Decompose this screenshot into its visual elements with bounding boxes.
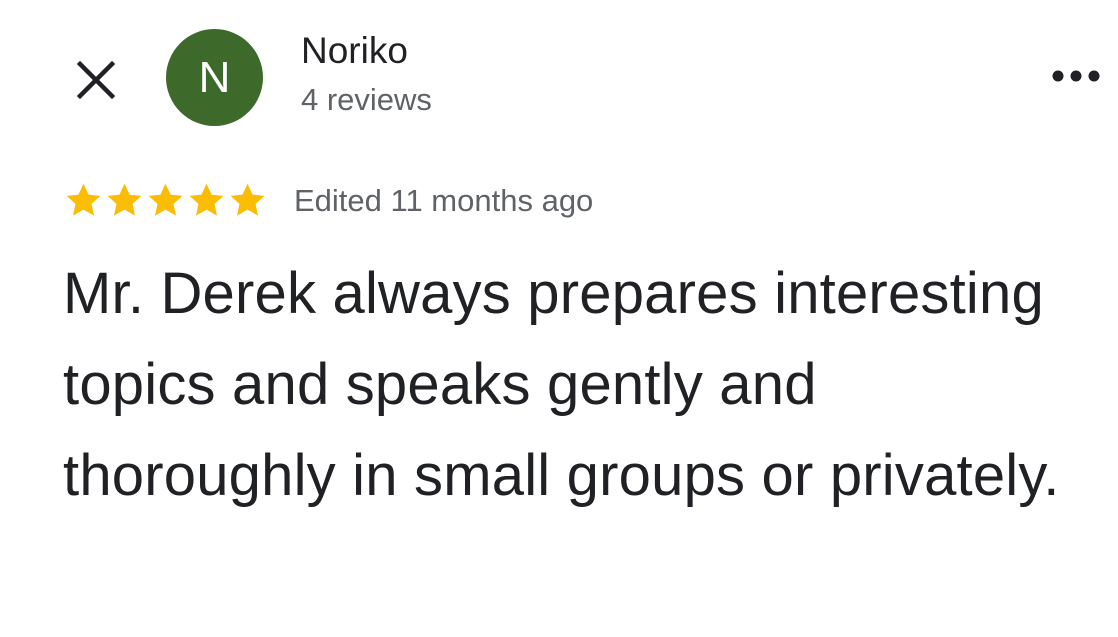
more-horizontal-icon bbox=[1052, 70, 1100, 82]
close-icon bbox=[76, 60, 116, 100]
star-icon bbox=[230, 183, 265, 216]
author-name[interactable]: Noriko bbox=[301, 30, 408, 72]
star-icon bbox=[189, 183, 224, 216]
more-options-button[interactable] bbox=[1040, 56, 1112, 96]
rating-row: Edited 11 months ago bbox=[63, 178, 593, 222]
avatar-initial: N bbox=[198, 52, 231, 102]
author-review-count: 4 reviews bbox=[301, 82, 432, 117]
star-icon bbox=[148, 183, 183, 216]
close-button[interactable] bbox=[66, 50, 126, 110]
star-rating bbox=[63, 180, 268, 221]
star-icon bbox=[107, 183, 142, 216]
edited-timestamp: Edited 11 months ago bbox=[294, 182, 594, 218]
review-text: Mr. Derek always prepares interesting to… bbox=[63, 261, 1060, 508]
avatar[interactable]: N bbox=[166, 29, 263, 126]
star-icon bbox=[66, 183, 101, 216]
